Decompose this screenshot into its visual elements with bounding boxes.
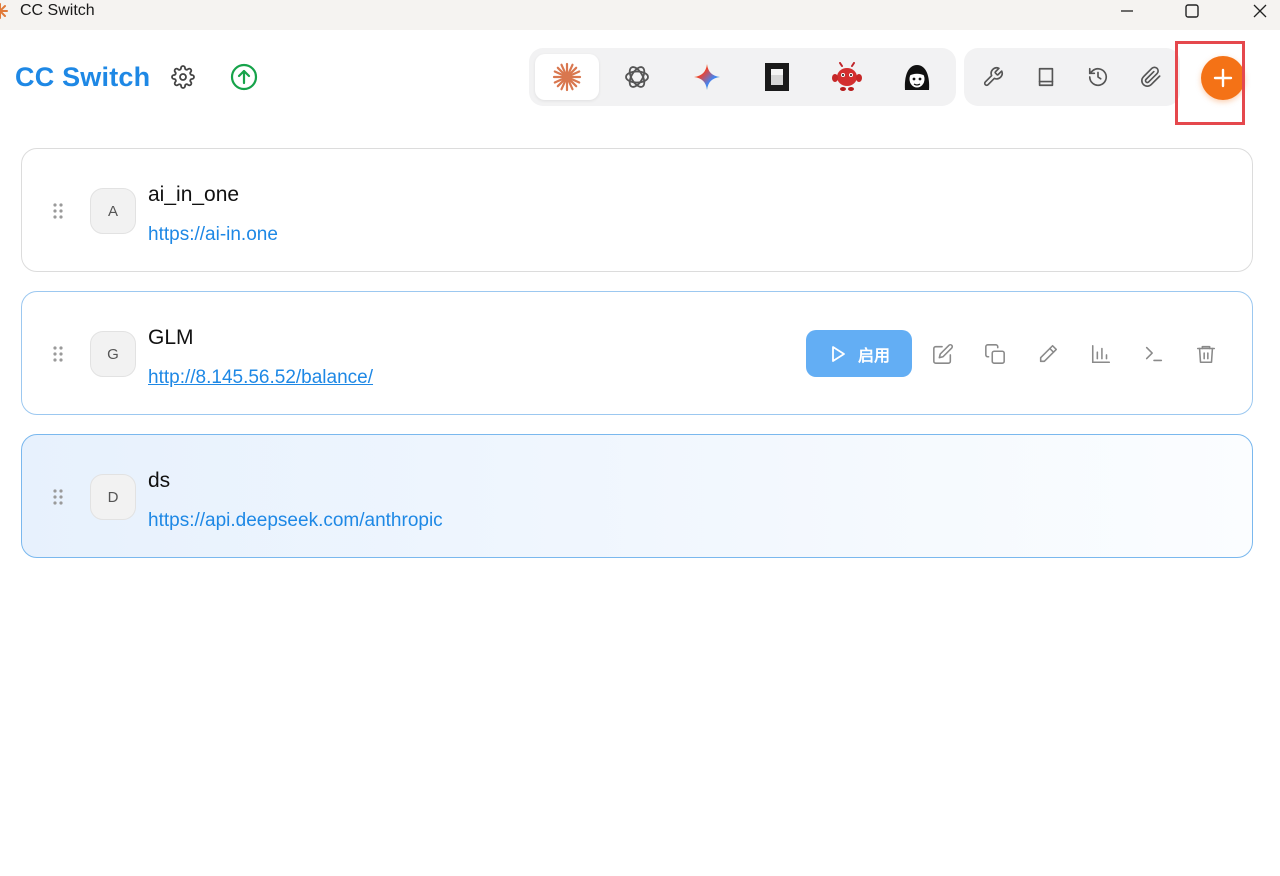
docs-button[interactable] [1029,61,1063,93]
maximize-icon [1185,4,1199,18]
attachments-button[interactable] [1134,61,1168,93]
pen-icon [1039,344,1058,363]
delete-button[interactable] [1190,338,1222,370]
enable-button[interactable]: 启用 [806,330,912,377]
copy-icon [985,344,1005,364]
provider-card-ai-in-one[interactable]: A ai_in_one https://ai-in.one [21,148,1253,272]
bar-chart-icon [1091,344,1111,364]
terminal-icon [1145,346,1163,362]
window-titlebar: CC Switch [0,0,1280,30]
paperclip-icon [1141,66,1161,87]
face-avatar-icon [904,65,930,90]
brand-title: CC Switch [15,62,151,92]
red-robot-icon [832,62,862,91]
app-logo-icon [0,3,8,19]
add-provider-button[interactable] [1201,56,1245,100]
drag-handle-icon[interactable] [52,202,64,220]
gear-icon [171,65,195,89]
claude-starburst-icon [552,62,582,92]
edit-button[interactable] [927,338,959,370]
close-button[interactable] [1237,0,1280,22]
provider-url-link[interactable]: https://api.deepseek.com/anthropic [148,510,443,532]
tab-face-avatar[interactable] [885,54,949,100]
settings-button[interactable] [168,62,198,92]
provider-card-glm[interactable]: G GLM http://8.145.56.52/balance/ 启用 [21,291,1253,415]
tab-dark-square[interactable] [745,54,809,100]
drag-handle-icon[interactable] [52,488,64,506]
dark-square-icon [765,63,789,91]
window-title: CC Switch [20,2,95,19]
provider-avatar: G [90,331,136,377]
minimize-icon [1121,10,1133,12]
minimize-button[interactable] [1104,0,1150,22]
usage-button[interactable] [1085,338,1117,370]
plus-icon [1213,68,1233,88]
provider-name: GLM [148,326,194,349]
provider-avatar: D [90,474,136,520]
terminal-button[interactable] [1138,338,1170,370]
provider-avatar: A [90,188,136,234]
gemini-sparkle-icon [694,64,720,90]
history-icon [1088,67,1108,87]
trash-icon [1196,345,1216,364]
tab-red-robot[interactable] [815,54,879,100]
duplicate-button[interactable] [979,338,1011,370]
arrow-up-circle-icon [230,63,258,91]
test-button[interactable] [1032,338,1064,370]
provider-url-link[interactable]: http://8.145.56.52/balance/ [148,367,373,389]
edit-icon [933,344,953,364]
enable-label: 启用 [857,347,890,365]
update-button[interactable] [228,61,260,93]
tools-group [964,48,1180,106]
wrench-icon [983,67,1003,87]
history-button[interactable] [1081,61,1115,93]
openai-icon [625,66,649,88]
book-icon [1038,67,1054,87]
drag-handle-icon[interactable] [52,345,64,363]
app-switcher [529,48,956,106]
tools-button[interactable] [976,61,1010,93]
tab-claude[interactable] [535,54,599,100]
provider-name: ai_in_one [148,183,240,206]
play-icon [832,345,845,362]
close-icon [1253,4,1267,18]
tab-openai[interactable] [605,54,669,100]
tab-gemini[interactable] [675,54,739,100]
provider-url-link[interactable]: https://ai-in.one [148,224,278,246]
maximize-button[interactable] [1169,0,1215,22]
provider-card-ds[interactable]: D ds https://api.deepseek.com/anthropic [21,434,1253,558]
provider-name: ds [148,469,171,492]
